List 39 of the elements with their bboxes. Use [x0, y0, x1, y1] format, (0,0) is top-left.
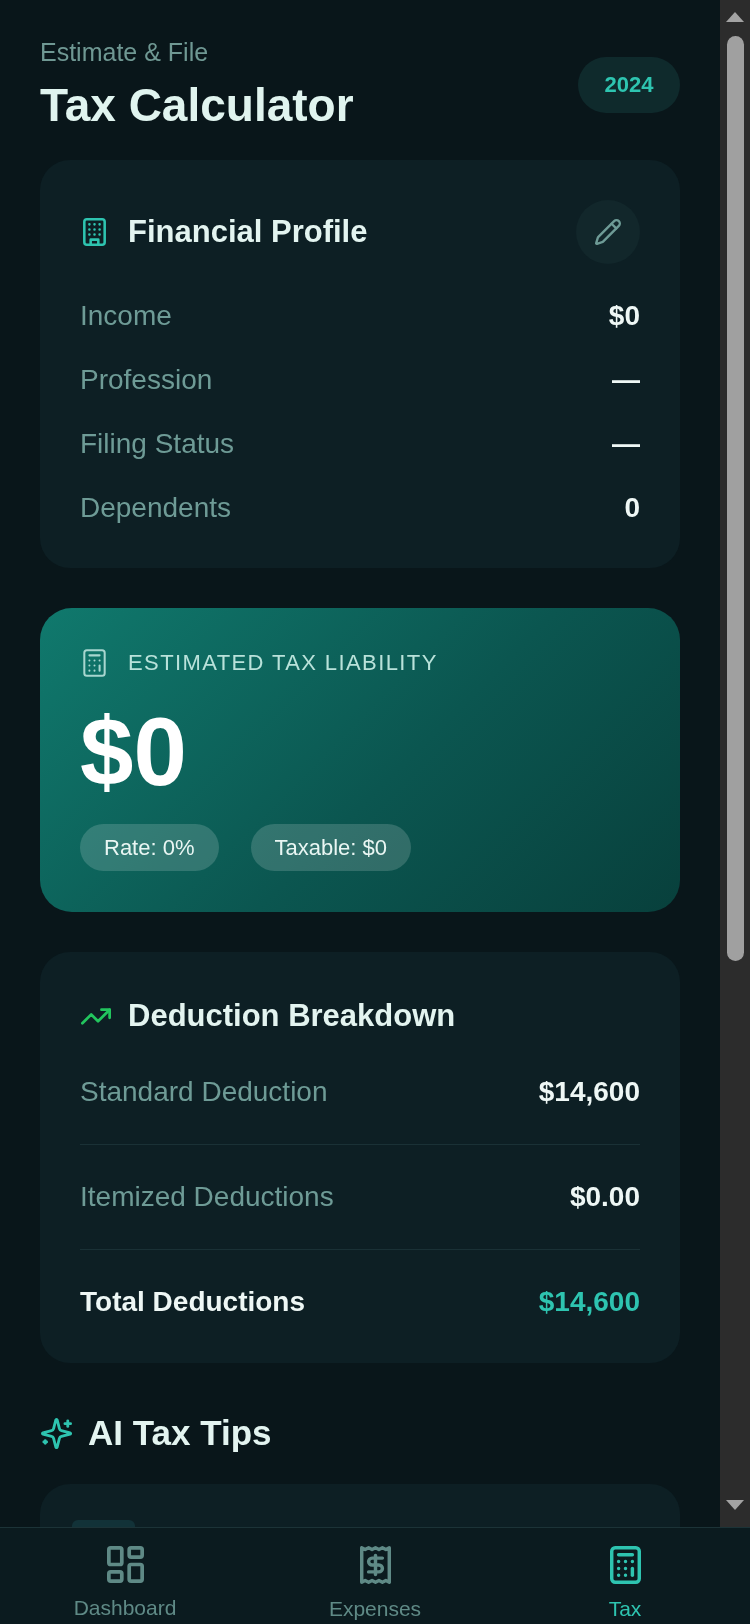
scrollbar-thumb[interactable]: [726, 36, 744, 961]
calculator-icon: [83, 649, 106, 677]
stat-chip: Taxable: $0: [250, 824, 412, 871]
deduction-label: Itemized Deductions: [80, 1180, 334, 1214]
nav-tab[interactable]: Expenses: [250, 1528, 500, 1624]
grid-icon: [106, 1546, 144, 1583]
nav-tab[interactable]: Tax: [500, 1528, 750, 1624]
field-label: Income: [80, 300, 172, 332]
page-subtitle: Estimate & File: [40, 37, 209, 68]
field-label: Filing Status: [80, 428, 235, 460]
tax-amount: $0: [80, 702, 187, 802]
field-value: —: [612, 428, 640, 460]
card-title: Deduction Breakdown: [128, 998, 456, 1034]
sparkle-icon: [41, 1417, 72, 1449]
page-title: Tax Calculator: [40, 78, 354, 133]
deduction-label: Standard Deduction: [80, 1075, 328, 1109]
field-value: —: [612, 364, 640, 396]
deduction-label: Total Deductions: [80, 1285, 306, 1319]
stat-chip: Rate: 0%: [80, 824, 219, 871]
deduction-value: $0.00: [569, 1180, 640, 1214]
scroll-down-arrow-icon[interactable]: [726, 1500, 744, 1510]
building-icon: [83, 218, 106, 246]
deduction-value: $14,600: [538, 1075, 640, 1109]
receipt-icon: [359, 1546, 391, 1584]
field-label: Profession: [80, 364, 213, 396]
field-value: 0: [624, 492, 640, 524]
trend-up-icon: [81, 1007, 111, 1025]
card-title: Financial Profile: [128, 214, 368, 250]
scroll-up-arrow-icon[interactable]: [726, 12, 744, 22]
calculator-icon: [609, 1546, 641, 1584]
nav-tab[interactable]: Dashboard: [0, 1528, 250, 1624]
field-value: $0: [608, 300, 640, 332]
section-title: AI Tax Tips: [88, 1412, 272, 1454]
scrollbar[interactable]: [720, 0, 750, 1527]
deduction-value: $14,600: [538, 1285, 640, 1319]
pencil-icon: [595, 219, 621, 245]
year-badge: 2024: [578, 56, 680, 113]
card-label: ESTIMATED TAX LIABILITY: [128, 650, 438, 676]
field-label: Dependents: [80, 492, 231, 524]
